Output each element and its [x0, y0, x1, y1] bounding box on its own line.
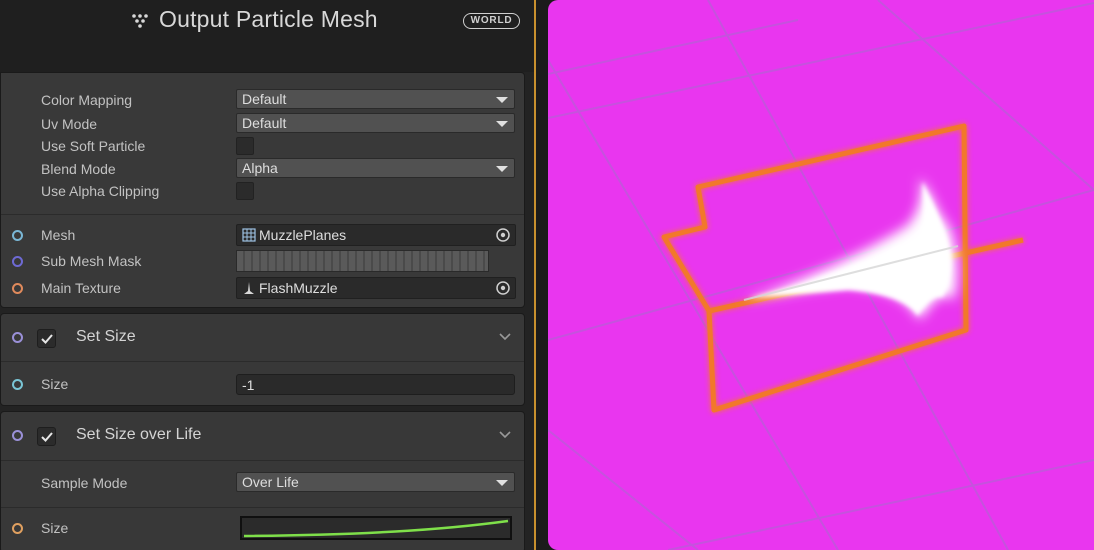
- divider: [1, 460, 524, 461]
- mesh-row: Mesh MuzzlePlanes: [1, 224, 526, 246]
- object-picker-icon[interactable]: [494, 279, 512, 297]
- mesh-label: Mesh: [41, 227, 76, 243]
- chevron-down-icon: [496, 480, 508, 486]
- set-size-block: Set Size Size -1: [0, 313, 525, 406]
- main-texture-input-port[interactable]: [12, 283, 23, 294]
- size-curve-row: Size: [1, 516, 526, 540]
- divider: [1, 361, 524, 362]
- sample-mode-dropdown[interactable]: Over Life: [236, 472, 515, 492]
- use-soft-particle-label: Use Soft Particle: [41, 138, 146, 154]
- size-value: -1: [242, 377, 255, 393]
- collapse-chevron-icon[interactable]: [499, 431, 511, 439]
- blend-mode-dropdown[interactable]: Alpha: [236, 158, 515, 178]
- output-particle-mesh-node[interactable]: Output Particle Mesh WORLD Color Mapping…: [0, 0, 536, 550]
- mesh-input-port[interactable]: [12, 230, 23, 241]
- scene-viewport[interactable]: [548, 0, 1094, 550]
- vfx-graph-editor: Output Particle Mesh WORLD Color Mapping…: [0, 0, 1094, 550]
- use-alpha-clipping-label: Use Alpha Clipping: [41, 183, 160, 199]
- chevron-down-icon: [496, 166, 508, 172]
- set-size-over-life-enable-checkbox[interactable]: [37, 427, 56, 446]
- size-curve-input-port[interactable]: [12, 523, 23, 534]
- space-badge[interactable]: WORLD: [463, 13, 520, 29]
- set-size-over-life-title: Set Size over Life: [76, 426, 202, 443]
- divider: [1, 214, 524, 215]
- set-size-activation-port[interactable]: [12, 332, 23, 343]
- output-properties-block: Color Mapping Default Uv Mode Default Us…: [0, 72, 525, 308]
- texture-icon: [244, 282, 254, 294]
- object-picker-icon[interactable]: [494, 226, 512, 244]
- use-soft-particle-row: Use Soft Particle: [1, 135, 526, 157]
- mesh-value: MuzzlePlanes: [259, 227, 347, 243]
- muzzle-flash-particle: [743, 178, 959, 320]
- use-soft-particle-checkbox[interactable]: [236, 137, 254, 155]
- collapse-chevron-icon[interactable]: [499, 333, 511, 341]
- use-alpha-clipping-checkbox[interactable]: [236, 182, 254, 200]
- checkmark-icon: [41, 432, 53, 442]
- blend-mode-value: Alpha: [242, 160, 278, 176]
- use-alpha-clipping-row: Use Alpha Clipping: [1, 180, 526, 202]
- color-mapping-value: Default: [242, 91, 287, 107]
- sub-mesh-mask-label: Sub Mesh Mask: [41, 253, 142, 269]
- color-mapping-dropdown[interactable]: Default: [236, 89, 515, 109]
- node-title: Output Particle Mesh: [159, 6, 378, 32]
- checkmark-icon: [41, 334, 53, 344]
- size-curve-line: [243, 519, 509, 538]
- color-mapping-label: Color Mapping: [41, 92, 133, 108]
- sample-mode-label: Sample Mode: [41, 475, 128, 491]
- set-size-title: Set Size: [76, 328, 136, 345]
- uv-mode-value: Default: [242, 115, 287, 131]
- main-texture-label: Main Texture: [41, 280, 121, 296]
- mesh-object-field[interactable]: MuzzlePlanes: [236, 224, 516, 246]
- set-size-header[interactable]: Set Size: [1, 314, 526, 362]
- output-particles-icon: [132, 14, 148, 28]
- size-label: Size: [41, 376, 69, 392]
- size-input-port[interactable]: [12, 379, 23, 390]
- set-size-size-row: Size -1: [1, 373, 526, 395]
- mesh-icon: [242, 228, 256, 242]
- color-mapping-row: Color Mapping Default: [1, 89, 526, 111]
- size-curve-label: Size: [41, 520, 69, 536]
- divider: [1, 507, 524, 508]
- main-texture-value: FlashMuzzle: [259, 280, 338, 296]
- main-texture-row: Main Texture FlashMuzzle: [1, 277, 526, 299]
- uv-mode-row: Uv Mode Default: [1, 113, 526, 135]
- set-size-enable-checkbox[interactable]: [37, 329, 56, 348]
- set-size-over-life-activation-port[interactable]: [12, 430, 23, 441]
- blend-mode-row: Blend Mode Alpha: [1, 158, 526, 180]
- sample-mode-row: Sample Mode Over Life: [1, 472, 526, 494]
- set-size-over-life-header[interactable]: Set Size over Life: [1, 412, 526, 460]
- chevron-down-icon: [496, 121, 508, 127]
- blend-mode-label: Blend Mode: [41, 161, 116, 177]
- uv-mode-label: Uv Mode: [41, 116, 98, 132]
- viewport-render: [548, 0, 1094, 550]
- sub-mesh-mask-field[interactable]: [236, 250, 489, 272]
- sub-mesh-mask-row: Sub Mesh Mask: [1, 250, 526, 272]
- node-header[interactable]: Output Particle Mesh WORLD: [0, 0, 534, 72]
- sample-mode-value: Over Life: [242, 474, 299, 490]
- uv-mode-dropdown[interactable]: Default: [236, 113, 515, 133]
- main-texture-object-field[interactable]: FlashMuzzle: [236, 277, 516, 299]
- size-input[interactable]: -1: [236, 374, 515, 395]
- set-size-over-life-block: Set Size over Life Sample Mode Over Life…: [0, 411, 525, 550]
- chevron-down-icon: [496, 97, 508, 103]
- size-curve-field[interactable]: [240, 516, 512, 540]
- sub-mesh-mask-input-port[interactable]: [12, 256, 23, 267]
